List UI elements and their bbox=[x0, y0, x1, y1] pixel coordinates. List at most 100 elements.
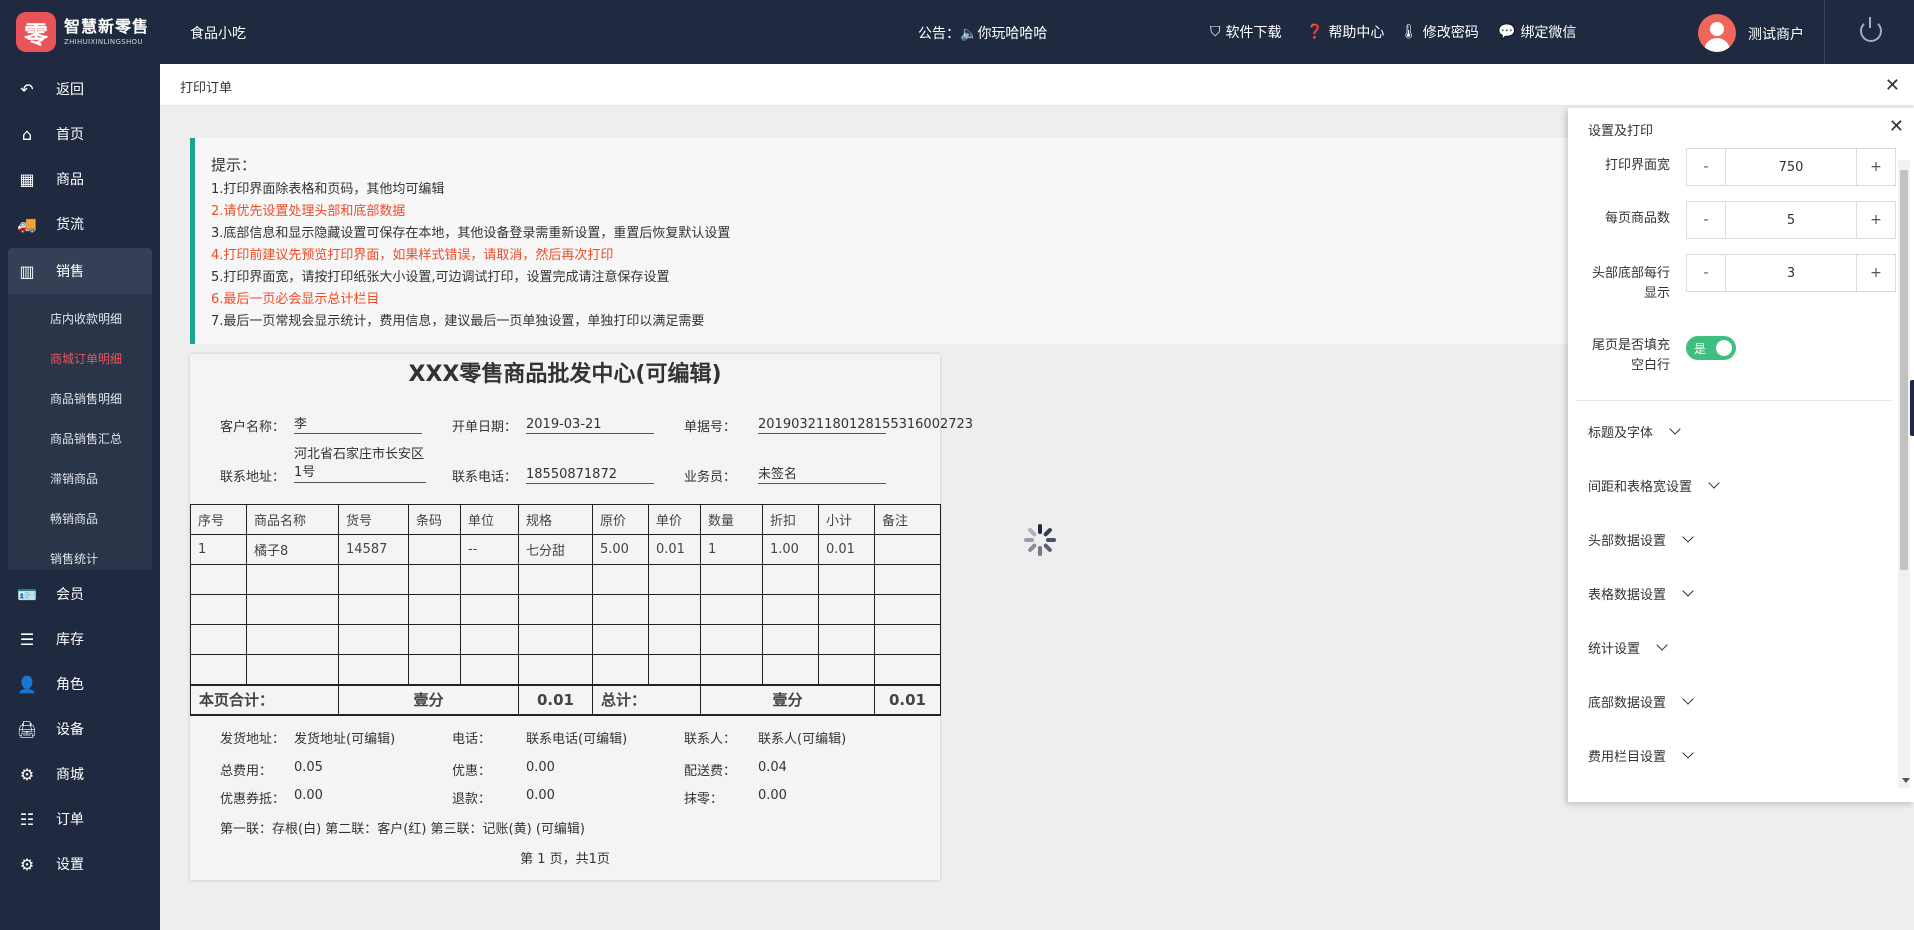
help-link[interactable]: ❓ 帮助中心 bbox=[1306, 22, 1384, 42]
table-cell: 14587 bbox=[338, 534, 409, 565]
download-link[interactable]: ⛉ 软件下载 bbox=[1210, 22, 1282, 42]
paper-title[interactable]: XXX零售商品批发中心(可编辑) bbox=[190, 356, 940, 388]
section-stats[interactable]: 统计设置 bbox=[1588, 638, 1668, 657]
user-name[interactable]: 测试商户 bbox=[1748, 24, 1804, 44]
submenu-item[interactable]: 商品销售汇总 bbox=[50, 430, 122, 447]
edge-handle[interactable] bbox=[1910, 380, 1914, 436]
power-icon[interactable] bbox=[1860, 17, 1882, 42]
customer-label: 客户名称： bbox=[220, 420, 286, 435]
change-password-link[interactable]: 🌡 修改密码 bbox=[1400, 22, 1479, 42]
tel-value[interactable]: 联系电话(可编辑) bbox=[526, 728, 627, 747]
order-no-value[interactable]: 20190321180128155316002723 bbox=[758, 416, 973, 434]
section-spacing[interactable]: 间距和表格宽设置 bbox=[1588, 476, 1720, 495]
tel-label: 电话： bbox=[452, 732, 492, 747]
tip-line: 5.打印界面宽，请按打印纸张大小设置,可边调试打印，设置完成请注意保存设置 bbox=[211, 270, 670, 285]
date-value[interactable]: 2019-03-21 bbox=[526, 416, 654, 434]
user-icon: 👤 bbox=[17, 674, 37, 694]
printer-icon: 🖨 bbox=[16, 719, 38, 739]
submenu-item-current[interactable]: 商城订单明细 bbox=[50, 350, 122, 367]
sidebar-item-settings[interactable]: ⚙ 设置 bbox=[8, 844, 152, 884]
order-no-label: 单据号： bbox=[684, 420, 737, 435]
avatar[interactable] bbox=[1698, 14, 1736, 52]
announcement-text: 你玩哈哈哈 bbox=[977, 26, 1048, 42]
copies-note[interactable]: 第一联：存根(白) 第二联：客户(红) 第三联：记账(黄) (可编辑) bbox=[220, 818, 585, 837]
table-header-row: 序号 商品名称 货号 条码 单位 规格 原价 单价 数量 折扣 小计 备注 bbox=[190, 504, 941, 535]
salesman-value[interactable]: 未签名 bbox=[758, 466, 886, 484]
submenu-item[interactable]: 滞销商品 bbox=[50, 470, 98, 487]
phone-value[interactable]: 18550871872 bbox=[526, 466, 654, 484]
thermometer-icon: 🌡 bbox=[1400, 24, 1418, 40]
phone-label: 联系电话： bbox=[452, 470, 518, 485]
logo[interactable]: 零 智慧新零售 ZHIHUIXINLINGSHOU bbox=[16, 12, 149, 52]
refund-label: 退款： bbox=[452, 792, 492, 807]
sidebar-item-member[interactable]: 🪪 会员 bbox=[8, 574, 152, 614]
announcement[interactable]: 公告：🔈你玩哈哈哈 bbox=[918, 23, 1047, 43]
submenu-item[interactable]: 畅销商品 bbox=[50, 510, 98, 527]
print-width-input[interactable]: 750 bbox=[1726, 148, 1856, 186]
ship-address-value[interactable]: 发货地址(可编辑) bbox=[294, 728, 395, 747]
sidebar-item-device[interactable]: 🖨 设备 bbox=[8, 709, 152, 749]
print-preview: XXX零售商品批发中心(可编辑) 客户名称： 李 开单日期： 2019-03-2… bbox=[190, 354, 973, 880]
page-total-cn: 壹分 bbox=[338, 683, 519, 716]
tip-line: 4.打印前建议先预览打印界面，如果样式错误，请取消，然后再次打印 bbox=[211, 248, 614, 263]
section-table-data[interactable]: 表格数据设置 bbox=[1588, 584, 1694, 603]
plus-button[interactable]: + bbox=[1856, 254, 1896, 292]
minus-button[interactable]: - bbox=[1686, 254, 1726, 292]
divider bbox=[1576, 400, 1892, 401]
table-cell: 0.01 bbox=[648, 534, 701, 565]
bind-wechat-link[interactable]: 💬 绑定微信 bbox=[1498, 22, 1576, 42]
loading-spinner-icon bbox=[1024, 524, 1056, 556]
sidebar-item-mall[interactable]: ⚙ 商城 bbox=[8, 754, 152, 794]
close-icon[interactable]: ✕ bbox=[1889, 116, 1904, 137]
table-cell: 七分甜 bbox=[518, 534, 593, 565]
header-rows-input[interactable]: 3 bbox=[1726, 254, 1856, 292]
table-cell bbox=[874, 534, 941, 565]
tips-box: 提示： 1.打印界面除表格和页码，其他均可编辑 2.请优先设置处理头部和底部数据… bbox=[190, 138, 1570, 344]
address-value[interactable]: 河北省石家庄市长安区1号 bbox=[294, 446, 426, 483]
sidebar-item-inventory[interactable]: ☰ 库存 bbox=[8, 619, 152, 659]
settings-icon: ⚙ bbox=[19, 854, 35, 874]
sidebar-item-sales[interactable]: ▥ 销售 bbox=[8, 248, 152, 294]
plus-button[interactable]: + bbox=[1856, 148, 1896, 186]
settings-panel: 设置及打印 ✕ 打印界面宽 - 750 + 每页商品数 - 5 + 头部底部每行… bbox=[1568, 108, 1914, 802]
contact-value[interactable]: 联系人(可编辑) bbox=[758, 728, 846, 747]
table-row-empty bbox=[190, 564, 941, 595]
items-per-page-stepper: - 5 + bbox=[1686, 201, 1896, 239]
refund-value: 0.00 bbox=[526, 788, 555, 803]
sidebar-item-back[interactable]: ↶ 返回 bbox=[8, 69, 152, 109]
table-row-empty bbox=[190, 624, 941, 655]
section-fee[interactable]: 费用栏目设置 bbox=[1588, 746, 1694, 765]
sales-submenu: 店内收款明细 商城订单明细 商品销售明细 商品销售汇总 滞销商品 畅销商品 销售… bbox=[8, 294, 152, 570]
date-label: 开单日期： bbox=[452, 420, 518, 435]
submenu-item[interactable]: 销售统计 bbox=[50, 550, 98, 567]
table-cell: 5.00 bbox=[592, 534, 649, 565]
section-footer-data[interactable]: 底部数据设置 bbox=[1588, 692, 1694, 711]
sidebar-item-home[interactable]: ⌂ 首页 bbox=[8, 114, 152, 154]
submenu-item[interactable]: 商品销售明细 bbox=[50, 390, 122, 407]
minus-button[interactable]: - bbox=[1686, 201, 1726, 239]
chevron-down-icon bbox=[1669, 423, 1681, 435]
scrollbar-thumb[interactable] bbox=[1900, 170, 1908, 570]
items-per-page-input[interactable]: 5 bbox=[1726, 201, 1856, 239]
section-title-font[interactable]: 标题及字体 bbox=[1588, 422, 1681, 441]
column-header: 备注 bbox=[874, 504, 941, 535]
fill-blank-toggle[interactable]: 是 bbox=[1686, 336, 1736, 360]
store-name[interactable]: 食品小吃 bbox=[190, 23, 246, 43]
close-icon[interactable]: ✕ bbox=[1885, 75, 1900, 96]
sidebar-item-order[interactable]: ☷ 订单 bbox=[8, 799, 152, 839]
grand-total-label: 总计： bbox=[592, 683, 701, 716]
plus-button[interactable]: + bbox=[1856, 201, 1896, 239]
sidebar-item-role[interactable]: 👤 角色 bbox=[8, 664, 152, 704]
minus-button[interactable]: - bbox=[1686, 148, 1726, 186]
section-header-data[interactable]: 头部数据设置 bbox=[1588, 530, 1694, 549]
sidebar-item-goods[interactable]: ▦ 商品 bbox=[8, 159, 152, 199]
customer-value[interactable]: 李 bbox=[294, 416, 422, 434]
tab-print-order[interactable]: 打印订单 bbox=[180, 77, 232, 96]
totals-row: 本页合计： 壹分 0.01 总计： 壹分 0.01 bbox=[190, 683, 941, 716]
submenu-item[interactable]: 店内收款明细 bbox=[50, 310, 122, 327]
table-cell: 橘子8 bbox=[246, 534, 339, 565]
bar-chart-icon: ▥ bbox=[19, 261, 35, 281]
scroll-down-icon[interactable] bbox=[1902, 778, 1910, 783]
tip-line: 7.最后一页常规会显示统计，费用信息，建议最后一页单独设置，单独打印以满足需要 bbox=[211, 314, 705, 329]
sidebar-item-logistics[interactable]: 🚚 货流 bbox=[8, 204, 152, 244]
